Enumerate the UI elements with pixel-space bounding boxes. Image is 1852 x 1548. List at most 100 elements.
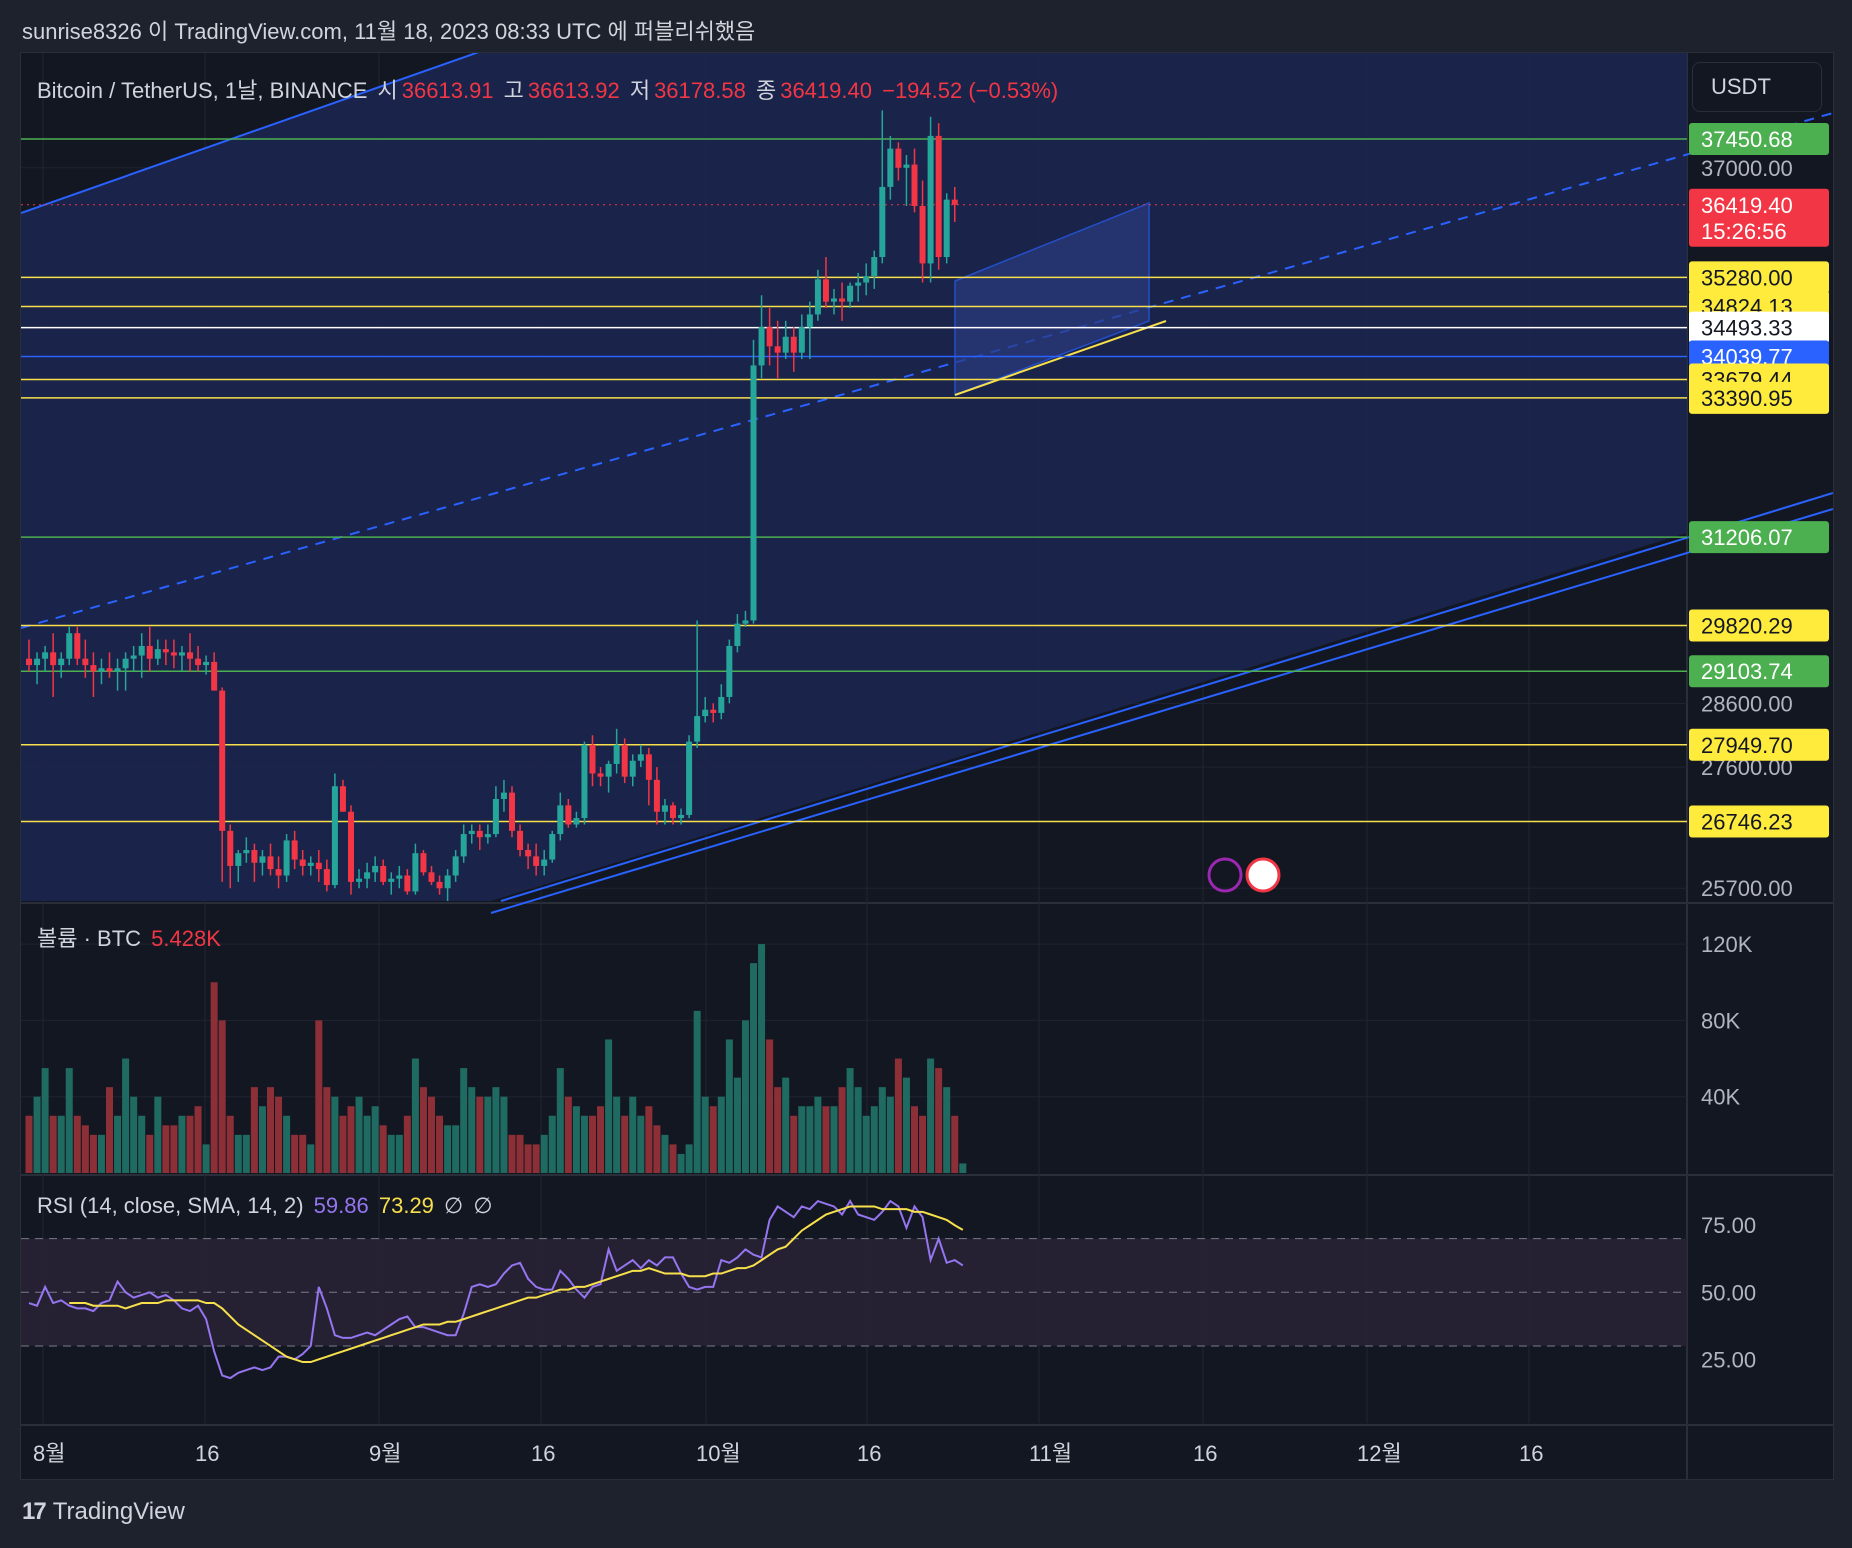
rsi-tick-label: 50.00 <box>1701 1280 1756 1305</box>
candle-body <box>323 869 330 886</box>
candle-body <box>146 645 153 659</box>
candle-body <box>82 658 89 666</box>
candle-body <box>670 805 676 819</box>
volume-bar <box>275 1096 283 1173</box>
volume-bar <box>758 944 766 1173</box>
volume-bar <box>500 1096 508 1173</box>
volume-bar <box>653 1125 661 1173</box>
candle-body <box>734 623 741 646</box>
candle-body <box>388 878 395 882</box>
volume-bar <box>355 1096 363 1173</box>
volume-bar <box>774 1087 782 1173</box>
candle-body <box>557 805 564 835</box>
candle-body <box>283 840 290 876</box>
volume-bar <box>331 1096 339 1173</box>
candle-body <box>645 754 652 780</box>
candle-body <box>275 869 282 876</box>
volume-bar <box>49 1115 57 1173</box>
candle-body <box>927 135 934 264</box>
candle-body <box>613 744 620 764</box>
candle-body <box>758 327 765 366</box>
chart-svg[interactable]: 37000.0028600.0027600.0025700.0037450.68… <box>21 53 1833 1479</box>
na-value-1: ∅ <box>444 1193 464 1218</box>
chart-frame[interactable]: 37000.00 28600.00 27600.00 25700.00 37450.68… <box>20 52 1834 1480</box>
candle-body <box>661 805 668 812</box>
low-label: 저 <box>629 78 651 103</box>
candle-body <box>42 652 49 659</box>
candle-body <box>814 279 821 315</box>
candle-body <box>686 741 693 815</box>
volume-bar <box>717 1096 725 1173</box>
volume-bar <box>621 1115 629 1173</box>
candle-body <box>766 327 773 347</box>
candle-body <box>211 661 218 691</box>
channel-shading <box>21 53 1687 901</box>
volume-bar <box>460 1068 468 1173</box>
volume-bar <box>210 982 218 1173</box>
volume-bar <box>637 1115 645 1173</box>
volume-bar <box>65 1068 73 1173</box>
tradingview-logo-icon: 17 <box>22 1498 47 1525</box>
rsi-label[interactable]: RSI (14, close, SMA, 14, 2) <box>37 1193 304 1218</box>
rsi-value: 59.86 <box>313 1193 369 1218</box>
candle-body <box>138 645 145 656</box>
price-level-label: 33390.95 <box>1701 386 1793 411</box>
currency-button[interactable]: USDT <box>1692 62 1822 112</box>
candle-body <box>251 849 258 863</box>
footer-brand[interactable]: 17 TradingView <box>22 1498 185 1526</box>
volume-bar <box>363 1115 371 1173</box>
candle-body <box>847 285 854 302</box>
volume-bar <box>371 1106 379 1173</box>
candle-body <box>790 336 797 353</box>
volume-bar <box>299 1134 307 1173</box>
volume-bar <box>178 1115 186 1173</box>
candle-body <box>412 853 419 892</box>
rsi-tick-label: 25.00 <box>1701 1347 1756 1372</box>
candle-body <box>742 620 749 624</box>
volume-bar <box>564 1096 572 1173</box>
rsi-sma-value: 73.29 <box>378 1193 434 1218</box>
candle-body <box>935 135 942 258</box>
volume-bar <box>97 1134 105 1173</box>
candle-body <box>678 814 685 819</box>
volume-bar <box>347 1106 355 1173</box>
volume-legend: 볼륨 · BTC 5.428K <box>37 921 225 953</box>
time-tick-label: 16 <box>1519 1441 1543 1466</box>
volume-bar <box>798 1106 806 1173</box>
candle-body <box>114 668 121 672</box>
volume-bar <box>444 1125 452 1173</box>
volume-value: 5.428K <box>151 926 221 951</box>
candle-body <box>702 709 709 717</box>
symbol-label[interactable]: Bitcoin / TetherUS, 1날, BINANCE <box>37 78 367 103</box>
candle-body <box>178 652 185 656</box>
candle-body <box>195 658 202 666</box>
candle-body <box>573 818 580 825</box>
volume-bar <box>661 1134 669 1173</box>
volume-bar <box>436 1115 444 1173</box>
candle-body <box>452 856 459 876</box>
candle-body <box>444 875 451 889</box>
volume-bar <box>693 1010 701 1173</box>
volume-bar <box>725 1039 733 1173</box>
volume-bar <box>283 1115 291 1173</box>
candle-body <box>597 773 604 777</box>
volume-bar <box>387 1134 395 1173</box>
volume-label[interactable]: 볼륨 · BTC <box>37 926 141 951</box>
volume-bar <box>878 1087 886 1173</box>
volume-bar <box>89 1134 97 1173</box>
candle-body <box>460 834 467 857</box>
volume-tick-label: 40K <box>1701 1085 1740 1110</box>
high-label: 고 <box>503 78 524 103</box>
volume-bar <box>902 1077 910 1173</box>
time-tick-label: 9월 <box>369 1441 401 1466</box>
candle-body <box>243 849 250 854</box>
candle-body <box>509 792 515 831</box>
volume-bar <box>106 1087 113 1173</box>
time-tick-label: 16 <box>857 1441 881 1466</box>
volume-bar <box>830 1106 838 1173</box>
candle-body <box>291 840 298 860</box>
candle-body <box>299 859 306 866</box>
candle-body <box>170 652 177 656</box>
candle-body <box>637 754 644 761</box>
candle-body <box>396 875 403 879</box>
